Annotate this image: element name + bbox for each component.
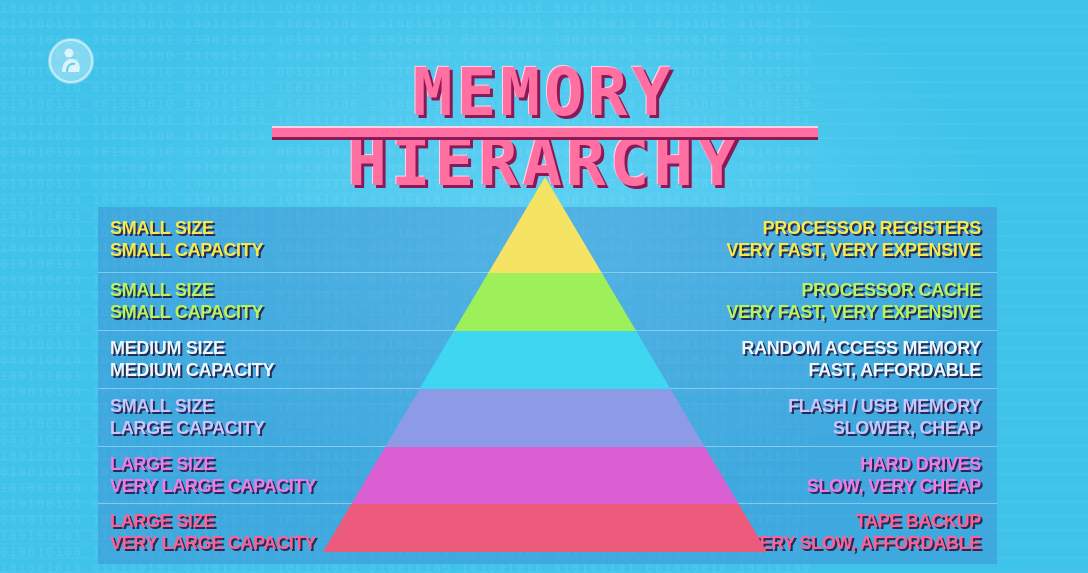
title-underline — [272, 128, 818, 137]
pyramid-layer — [453, 273, 637, 331]
pbs-logo-icon — [48, 38, 94, 84]
pyramid-layer — [419, 331, 671, 389]
pyramid-layer — [351, 447, 739, 504]
pyramid-layer — [323, 504, 767, 552]
page-title: MEMORY HIERARCHY — [347, 54, 741, 201]
pyramid-layer — [385, 389, 705, 447]
pyramid-diagram — [323, 177, 767, 552]
memory-hierarchy-table: SMALL SIZE SMALL CAPACITY PROCESSOR REGIST… — [98, 177, 997, 564]
